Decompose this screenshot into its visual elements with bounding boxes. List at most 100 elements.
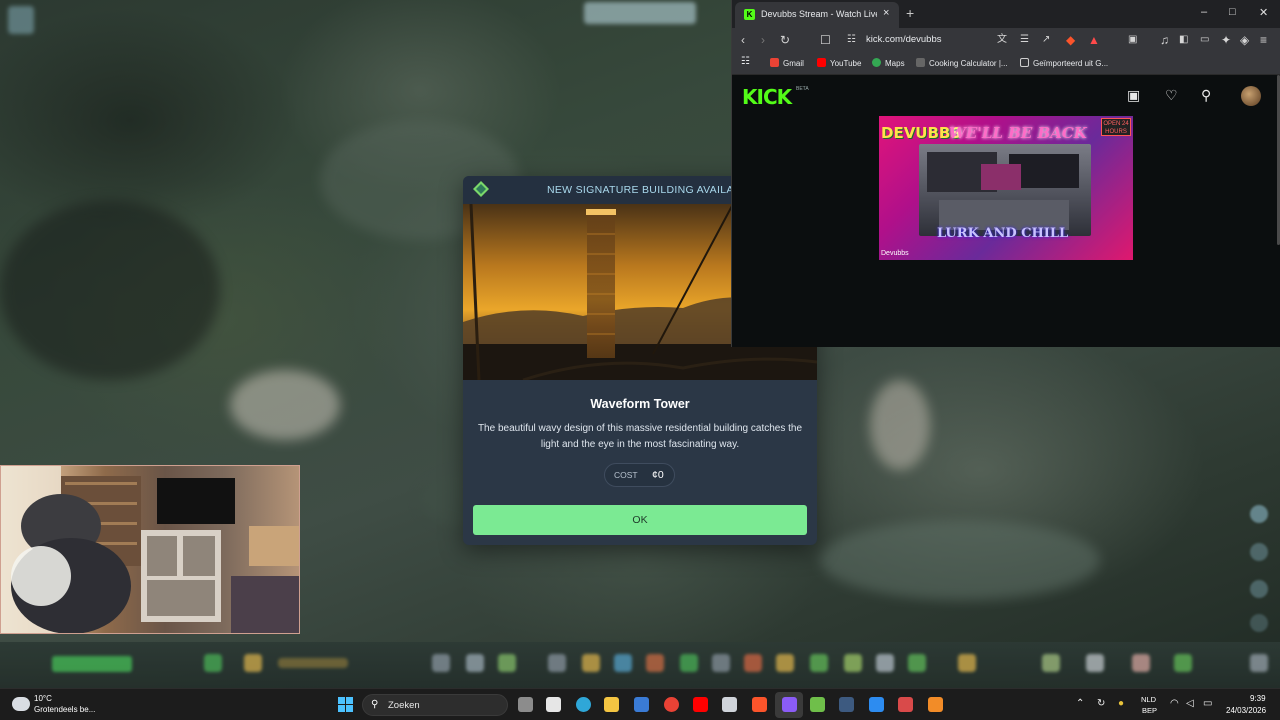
clock-date[interactable]: 24/03/2026	[1226, 706, 1266, 715]
start-button[interactable]	[338, 697, 353, 712]
weather-temperature[interactable]: 10°C	[34, 694, 52, 703]
tab-devubbs-stream[interactable]: K Devubbs Stream - Watch Live on Kick ×	[735, 2, 899, 28]
maximize-icon[interactable]: □	[1229, 6, 1236, 18]
app-icon[interactable]	[869, 697, 884, 712]
edge-icon[interactable]	[576, 697, 591, 712]
kick-page: KICK BETA ▣ ♡ ⚲ DEVUBBS WE'LL BE BACK OP…	[732, 75, 1280, 347]
tool-icon[interactable]	[432, 654, 450, 672]
game-top-button[interactable]	[584, 2, 696, 24]
vlc-icon[interactable]	[928, 697, 943, 712]
taskbar-search[interactable]: ⚲ Zoeken	[362, 694, 508, 716]
tool-icon[interactable]	[1132, 654, 1150, 672]
game-menu-icon[interactable]	[8, 6, 34, 34]
theater-mode-icon[interactable]: ▣	[1127, 87, 1140, 104]
chrome-icon[interactable]	[664, 697, 679, 712]
tool-icon[interactable]	[466, 654, 484, 672]
bookmark-youtube[interactable]: YouTube	[817, 58, 861, 68]
forward-icon[interactable]: ›	[761, 33, 765, 47]
kick-logo[interactable]: KICK	[742, 85, 792, 109]
tool-icon[interactable]	[744, 654, 762, 672]
side-tool-icon[interactable]	[1250, 580, 1268, 598]
folder-icon	[1020, 58, 1029, 67]
ok-button[interactable]: OK	[473, 505, 807, 535]
tool-icon[interactable]	[548, 654, 566, 672]
tool-icon[interactable]	[810, 654, 828, 672]
brave-rewards-icon[interactable]: ▲	[1088, 33, 1100, 47]
tool-icon[interactable]	[844, 654, 862, 672]
vpn-icon[interactable]: ◈	[1240, 33, 1249, 47]
heart-icon[interactable]: ♡	[1165, 87, 1178, 104]
close-window-icon[interactable]: ✕	[1259, 6, 1268, 19]
minimize-icon[interactable]: –	[1201, 6, 1207, 18]
tool-icon[interactable]	[908, 654, 926, 672]
tab-close-button[interactable]: ×	[883, 7, 889, 19]
weather-description[interactable]: Grotendeels be...	[34, 705, 95, 714]
apps-grid-icon[interactable]: ☷	[741, 56, 750, 67]
tool-icon[interactable]	[680, 654, 698, 672]
youtube-app-icon[interactable]	[693, 697, 708, 712]
tool-icon[interactable]	[646, 654, 664, 672]
media-icon[interactable]: ♫	[1160, 33, 1169, 47]
dialog-header-title: NEW SIGNATURE BUILDING AVAILABL	[547, 184, 748, 196]
leo-ai-icon[interactable]: ✦	[1221, 33, 1231, 47]
avatar[interactable]	[1241, 86, 1261, 106]
volume-icon[interactable]: ◁	[1186, 698, 1194, 709]
calculator-icon[interactable]	[722, 697, 737, 712]
chevron-up-icon[interactable]: ⌃	[1076, 698, 1084, 709]
input-layout[interactable]: BEP	[1142, 706, 1157, 715]
tool-icon[interactable]	[244, 654, 262, 672]
tool-icon[interactable]	[958, 654, 976, 672]
back-icon[interactable]: ‹	[741, 33, 745, 47]
bookmark-folder-imported[interactable]: Geïmporteerd uit G...	[1020, 58, 1108, 68]
clock-time[interactable]: 9:39	[1250, 694, 1266, 703]
battery-icon[interactable]: ▭	[1203, 698, 1212, 709]
reader-mode-icon[interactable]: ☰	[1020, 33, 1029, 47]
tool-icon[interactable]	[498, 654, 516, 672]
tool-icon[interactable]	[876, 654, 894, 672]
menu-icon[interactable]: ≡	[1260, 33, 1267, 47]
mail-icon[interactable]	[634, 697, 649, 712]
discord-icon[interactable]	[782, 697, 797, 712]
tool-icon[interactable]	[776, 654, 794, 672]
tab-search-icon[interactable]: ▣	[1128, 33, 1137, 47]
steam-icon[interactable]	[839, 697, 854, 712]
site-info-icon[interactable]: ☷	[847, 33, 856, 47]
store-icon[interactable]	[546, 697, 561, 712]
tool-icon[interactable]	[1250, 654, 1268, 672]
tool-icon[interactable]	[204, 654, 222, 672]
side-tool-icon[interactable]	[1250, 505, 1268, 523]
app-icon[interactable]	[898, 697, 913, 712]
stream-player[interactable]: DEVUBBS WE'LL BE BACK OPEN 24 HOURS LURK…	[879, 116, 1133, 260]
side-tool-icon[interactable]	[1250, 543, 1268, 561]
input-language[interactable]: NLD	[1141, 695, 1156, 704]
tool-icon[interactable]	[614, 654, 632, 672]
wifi-icon[interactable]: ◠	[1170, 698, 1179, 709]
share-icon[interactable]: ↗	[1042, 33, 1050, 47]
cloud-icon[interactable]	[12, 697, 30, 711]
file-explorer-icon[interactable]	[604, 697, 619, 712]
brave-shields-icon[interactable]: ◆	[1066, 33, 1075, 47]
brave-icon[interactable]	[752, 697, 767, 712]
reload-icon[interactable]: ↻	[780, 33, 790, 47]
bookmark-icon[interactable]: ☐	[820, 33, 831, 47]
bookmark-maps[interactable]: Maps	[872, 58, 905, 68]
tool-icon[interactable]	[582, 654, 600, 672]
tool-icon[interactable]	[1174, 654, 1192, 672]
task-view-icon[interactable]	[518, 697, 533, 712]
game-icon[interactable]	[810, 697, 825, 712]
tool-icon[interactable]	[712, 654, 730, 672]
side-tool-icon[interactable]	[1250, 614, 1268, 632]
translate-icon[interactable]: 文	[997, 33, 1007, 47]
tool-icon[interactable]	[1042, 654, 1060, 672]
bookmark-cooking-calculator[interactable]: Cooking Calculator |...	[916, 58, 1008, 68]
new-tab-button[interactable]: +	[906, 5, 914, 21]
wallet-icon[interactable]: ▭	[1200, 33, 1209, 47]
microphone-icon[interactable]: ●	[1118, 698, 1124, 709]
bookmark-gmail[interactable]: Gmail	[770, 58, 804, 68]
address-bar[interactable]: kick.com/devubbs	[866, 34, 942, 45]
sync-icon[interactable]: ↻	[1097, 698, 1105, 709]
sidebar-icon[interactable]: ◧	[1179, 33, 1188, 47]
tool-icon[interactable]	[1086, 654, 1104, 672]
browser-toolbar: ‹ › ↻ ☐ ☷ kick.com/devubbs 文 ☰ ↗ ◆ ▲ ▣ ♫…	[732, 28, 1280, 53]
search-icon[interactable]: ⚲	[1201, 87, 1211, 104]
